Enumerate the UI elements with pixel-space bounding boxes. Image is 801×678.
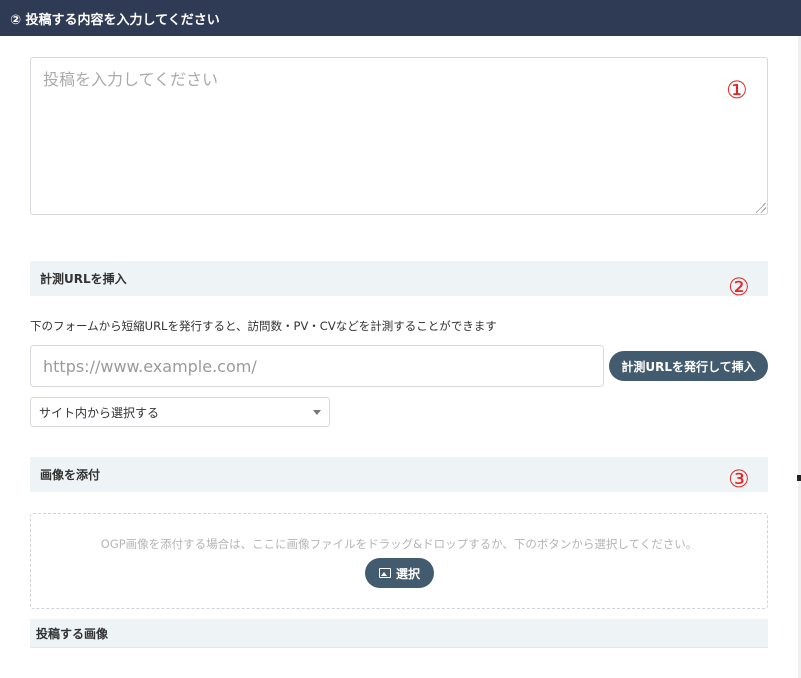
site-select[interactable]: サイト内から選択する xyxy=(30,397,330,427)
section-header-posted-images: 投稿する画像 xyxy=(30,619,768,648)
caret-down-icon xyxy=(313,410,321,415)
image-drop-zone[interactable]: OGP画像を添付する場合は、ここに画像ファイルをドラッグ&ドロップするか、下のボ… xyxy=(30,513,768,609)
drop-zone-text: OGP画像を添付する場合は、ここに画像ファイルをドラッグ&ドロップするか、下のボ… xyxy=(100,537,698,551)
issue-tracking-url-button[interactable]: 計測URLを発行して挿入 xyxy=(609,351,768,381)
marker-three: ③ xyxy=(728,465,750,493)
select-image-label: 選択 xyxy=(395,566,420,581)
header-bar: ② 投稿する内容を入力してください xyxy=(0,0,801,36)
resize-grip-icon[interactable] xyxy=(756,203,766,213)
section-title-attach-image: 画像を添付 xyxy=(40,468,101,482)
header-title: ② 投稿する内容を入力してください xyxy=(10,12,220,28)
section-header-tracking-url: 計測URLを挿入 xyxy=(30,261,768,296)
section-title-tracking-url: 計測URLを挿入 xyxy=(40,272,127,286)
site-select-value: サイト内から選択する xyxy=(39,405,160,420)
select-image-button[interactable]: 選択 xyxy=(365,558,434,588)
tracking-url-input[interactable] xyxy=(30,345,604,387)
section-title-posted-images: 投稿する画像 xyxy=(36,626,109,641)
image-icon xyxy=(378,568,391,578)
marker-one: ① xyxy=(726,76,748,104)
post-textarea[interactable] xyxy=(30,57,768,215)
edge-marker xyxy=(797,475,801,481)
marker-two: ② xyxy=(728,273,750,301)
section-header-attach-image: 画像を添付 xyxy=(30,457,768,492)
tracking-url-description: 下のフォームから短縮URLを発行すると、訪問数・PV・CVなどを計測することがで… xyxy=(30,319,497,333)
